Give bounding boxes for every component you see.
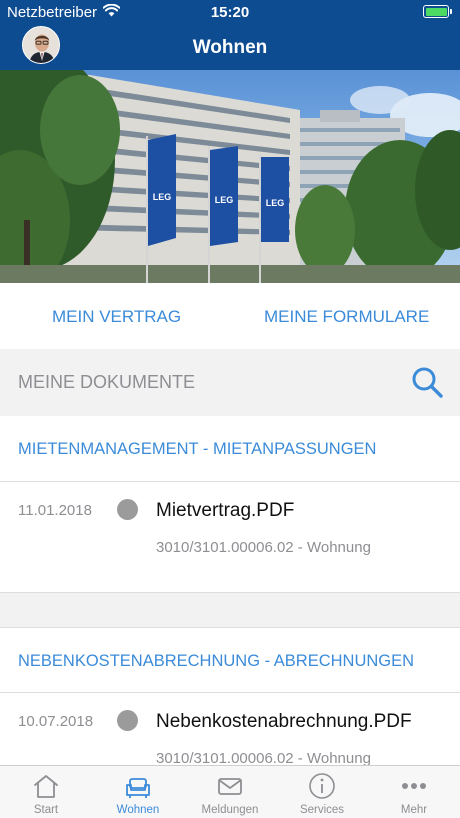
hero-image: LEG LEG LEG bbox=[0, 70, 460, 283]
app-header: Netzbetreiber 15:20 Wohnen bbox=[0, 0, 460, 70]
tab-label: Start bbox=[33, 804, 59, 816]
home-icon bbox=[34, 775, 58, 798]
tab-mehr[interactable]: Mehr bbox=[368, 766, 460, 818]
tab-meldungen[interactable]: Meldungen bbox=[184, 766, 276, 818]
tab-wohnen[interactable]: Wohnen bbox=[92, 766, 184, 818]
search-icon[interactable] bbox=[410, 365, 444, 399]
document-reference: 3010/3101.00006.02 - Wohnung bbox=[156, 539, 371, 556]
document-date: 10.07.2018 bbox=[18, 713, 94, 730]
category-header[interactable]: MIETENMANAGEMENT - MIETANPASSUNGEN bbox=[0, 416, 460, 482]
more-dots-icon bbox=[402, 783, 426, 789]
tab-start[interactable]: Start bbox=[0, 766, 92, 818]
document-row[interactable]: 10.07.2018 Nebenkostenabrechnung.PDF 301… bbox=[0, 693, 460, 767]
documents-header: MEINE DOKUMENTE bbox=[0, 349, 460, 416]
status-dot-icon bbox=[117, 499, 138, 520]
info-icon bbox=[309, 773, 335, 799]
tab-label: Services bbox=[299, 804, 345, 816]
svg-text:LEG: LEG bbox=[215, 195, 234, 205]
page-title: Wohnen bbox=[192, 37, 268, 58]
document-name: Mietvertrag.PDF bbox=[156, 500, 295, 521]
my-forms-link[interactable]: MEINE FORMULARE bbox=[264, 307, 429, 327]
leg-flag-3: LEG bbox=[261, 157, 289, 242]
svg-text:LEG: LEG bbox=[153, 192, 172, 202]
status-time: 15:20 bbox=[210, 4, 250, 21]
envelope-icon bbox=[218, 778, 242, 795]
quick-links: MEIN VERTRAG MEINE FORMULARE bbox=[0, 283, 460, 349]
my-contract-link[interactable]: MEIN VERTRAG bbox=[52, 307, 181, 327]
document-name: Nebenkostenabrechnung.PDF bbox=[156, 711, 412, 732]
leg-flag-1: LEG bbox=[148, 134, 176, 246]
tab-bar: Start Wohnen Meldungen Services Mehr bbox=[0, 765, 460, 818]
document-date: 11.01.2018 bbox=[18, 502, 92, 519]
battery-icon bbox=[423, 5, 452, 18]
status-bar: Netzbetreiber 15:20 bbox=[0, 0, 460, 24]
tab-label: Wohnen bbox=[116, 804, 160, 816]
category-header[interactable]: NEBENKOSTENABRECHNUNG - ABRECHNUNGEN bbox=[0, 627, 460, 693]
category-label: MIETENMANAGEMENT - MIETANPASSUNGEN bbox=[18, 440, 377, 458]
tab-label: Mehr bbox=[400, 804, 428, 816]
sofa-icon bbox=[126, 778, 150, 798]
documents-title: MEINE DOKUMENTE bbox=[18, 372, 196, 392]
svg-text:LEG: LEG bbox=[266, 198, 285, 208]
tab-label: Meldungen bbox=[201, 804, 259, 816]
tab-services[interactable]: Services bbox=[276, 766, 368, 818]
section-divider bbox=[0, 592, 460, 627]
leg-flag-2: LEG bbox=[210, 146, 238, 246]
status-dot-icon bbox=[117, 710, 138, 731]
category-label: NEBENKOSTENABRECHNUNG - ABRECHNUNGEN bbox=[18, 652, 415, 670]
document-row[interactable]: 11.01.2018 Mietvertrag.PDF 3010/3101.000… bbox=[0, 482, 460, 592]
